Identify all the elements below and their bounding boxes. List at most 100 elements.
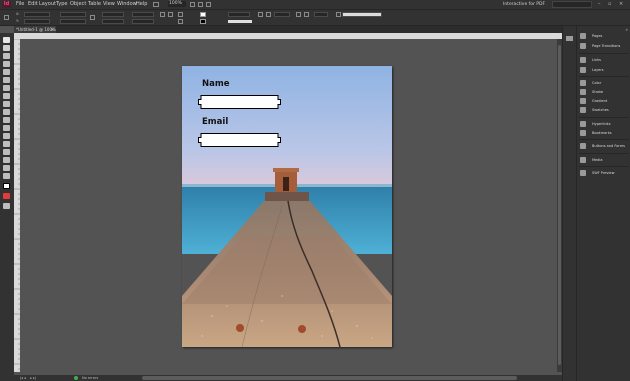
control-panel: X: Y:: [0, 9, 630, 26]
note-tool-icon[interactable]: [3, 149, 10, 155]
y-label: Y:: [16, 19, 19, 23]
selection-tool-icon[interactable]: [3, 37, 10, 43]
panel-swf-preview[interactable]: SWF Preview: [579, 169, 630, 177]
panel-label: Gradient: [592, 99, 608, 103]
y-field[interactable]: [24, 19, 50, 24]
menu-layout[interactable]: Layout: [39, 1, 56, 8]
minimize-icon[interactable]: –: [598, 1, 601, 8]
select-container-icon[interactable]: [178, 12, 183, 17]
line-tool-icon[interactable]: [3, 85, 10, 91]
panel-buttons-and-forms[interactable]: Buttons and Forms: [579, 142, 630, 150]
bridge-icon[interactable]: [153, 2, 159, 7]
panel-page-transitions[interactable]: Page Transitions: [579, 42, 630, 50]
panel-gradient[interactable]: Gradient: [579, 97, 630, 105]
panel-media[interactable]: Media: [579, 156, 630, 164]
stroke-type-selector[interactable]: [228, 20, 252, 23]
search-input[interactable]: [552, 1, 592, 8]
close-icon[interactable]: ×: [619, 1, 623, 8]
scale-y-field[interactable]: [102, 19, 124, 24]
corner-field[interactable]: [314, 12, 328, 17]
content-collector-icon[interactable]: [3, 69, 10, 75]
document-tab-bar: *Untitled-1 @ 100% ×: [14, 26, 562, 33]
menu-help[interactable]: Help: [136, 1, 147, 8]
horizontal-scrollbar[interactable]: [142, 376, 517, 380]
x-field[interactable]: [24, 12, 50, 17]
rotation-field[interactable]: [132, 12, 154, 17]
auto-fit-icon[interactable]: [336, 12, 341, 17]
panel-divider: [579, 153, 629, 154]
rectangle-tool-icon[interactable]: [3, 117, 10, 123]
object-style-selector[interactable]: [342, 12, 382, 17]
pencil-tool-icon[interactable]: [3, 101, 10, 107]
reference-point-icon[interactable]: [4, 15, 9, 20]
menu-window[interactable]: Window: [117, 1, 137, 8]
rectangle-frame-tool-icon[interactable]: [3, 109, 10, 115]
text-wrap-icon[interactable]: [296, 12, 301, 17]
eyedropper-tool-icon[interactable]: [3, 157, 10, 163]
page-navigation[interactable]: |◂ ◂ ▸ ▸|: [20, 375, 36, 381]
panel-layers[interactable]: Layers: [579, 66, 630, 74]
panel-swatches[interactable]: Swatches: [579, 106, 630, 114]
panel-label: Page Transitions: [592, 44, 621, 48]
direct-selection-tool-icon[interactable]: [3, 45, 10, 51]
page-tool-icon[interactable]: [3, 53, 10, 59]
pen-tool-icon[interactable]: [3, 93, 10, 99]
tools-panel: [0, 33, 14, 375]
opacity-field[interactable]: [274, 12, 290, 17]
pages-icon: [580, 33, 586, 39]
menu-edit[interactable]: Edit: [28, 1, 38, 8]
constrain-proportions-icon[interactable]: [90, 15, 95, 20]
gradient-tool-icon[interactable]: [3, 141, 10, 147]
apply-none-icon[interactable]: [3, 193, 10, 199]
scissors-tool-icon[interactable]: [3, 125, 10, 131]
panel-label: SWF Preview: [592, 171, 615, 175]
fill-stroke-icon[interactable]: [3, 183, 10, 189]
height-field[interactable]: [60, 19, 86, 24]
effects-icon[interactable]: [258, 12, 263, 17]
panel-hyperlinks[interactable]: Hyperlinks: [579, 120, 630, 128]
maximize-icon[interactable]: ▫: [608, 1, 611, 8]
document-tab[interactable]: *Untitled-1 @ 100% ×: [14, 26, 56, 33]
email-field[interactable]: [198, 133, 281, 147]
screen-mode-tool-icon[interactable]: [3, 203, 10, 209]
width-field[interactable]: [60, 12, 86, 17]
stroke-weight-field[interactable]: [228, 12, 250, 17]
hyperlinks-icon: [580, 121, 586, 127]
panel-pages[interactable]: Pages: [579, 32, 630, 40]
flip-icon[interactable]: [168, 12, 173, 17]
stroke-swatch[interactable]: [200, 19, 206, 24]
menu-table[interactable]: Table: [88, 1, 101, 8]
panel-color[interactable]: Color: [579, 79, 630, 87]
close-tab-icon[interactable]: ×: [51, 26, 54, 33]
rotate-icon[interactable]: [160, 12, 165, 17]
drop-shadow-icon[interactable]: [266, 12, 271, 17]
panel-label: Bookmarks: [592, 131, 612, 135]
panel-stroke[interactable]: Stroke: [579, 88, 630, 96]
scale-x-field[interactable]: [102, 12, 124, 17]
vertical-scroll-thumb[interactable]: [558, 45, 561, 365]
select-content-icon[interactable]: [178, 19, 183, 24]
panel-links[interactable]: Links: [579, 56, 630, 64]
free-transform-tool-icon[interactable]: [3, 133, 10, 139]
zoom-tool-icon[interactable]: [3, 173, 10, 179]
hand-tool-icon[interactable]: [3, 165, 10, 171]
fitting-icon[interactable]: [304, 12, 309, 17]
screen-mode-icon[interactable]: [198, 2, 203, 7]
zoom-level-field[interactable]: 100%: [168, 1, 186, 7]
panel-dock-icon[interactable]: [566, 36, 573, 41]
type-tool-icon[interactable]: [3, 77, 10, 83]
fill-swatch[interactable]: [200, 12, 206, 17]
shear-field[interactable]: [132, 19, 154, 24]
preflight-status-text[interactable]: No errors: [82, 375, 98, 381]
menu-view[interactable]: View: [103, 1, 115, 8]
gap-tool-icon[interactable]: [3, 61, 10, 67]
view-options-icon[interactable]: [190, 2, 195, 7]
arrange-documents-icon[interactable]: [206, 2, 211, 7]
document-page[interactable]: Name Email: [182, 66, 392, 347]
menu-file[interactable]: File: [16, 1, 24, 8]
name-field[interactable]: [198, 95, 281, 109]
menu-object[interactable]: Object: [70, 1, 86, 8]
workspace-switcher[interactable]: Interactive for PDF: [503, 1, 545, 8]
panel-bookmarks[interactable]: Bookmarks: [579, 129, 630, 137]
menu-type[interactable]: Type: [56, 1, 67, 8]
